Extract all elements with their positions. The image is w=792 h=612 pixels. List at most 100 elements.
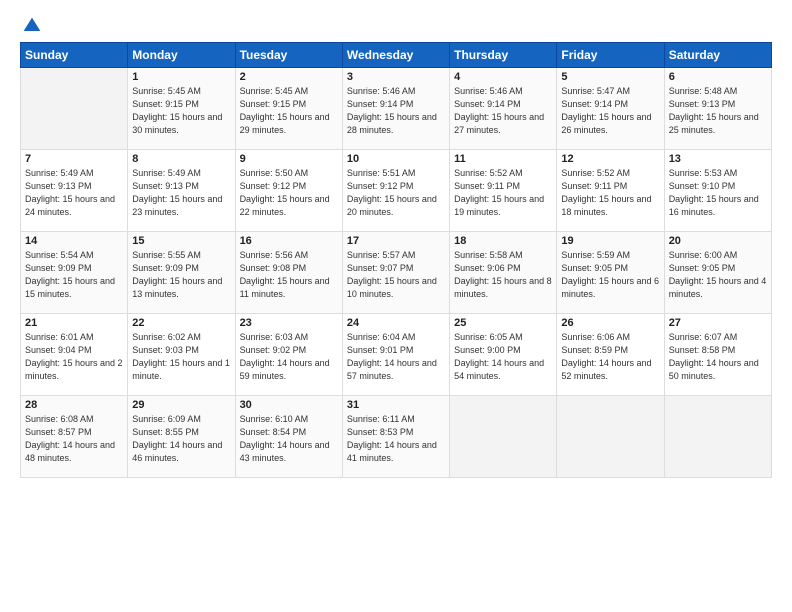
calendar-week-row: 28 Sunrise: 6:08 AMSunset: 8:57 PMDayligh… [21, 396, 772, 478]
day-number: 11 [454, 153, 552, 165]
day-number: 23 [240, 317, 338, 329]
day-info: Sunrise: 5:59 AMSunset: 9:05 PMDaylight:… [561, 249, 659, 301]
day-info: Sunrise: 6:10 AMSunset: 8:54 PMDaylight:… [240, 413, 338, 465]
calendar-day-header: Thursday [450, 43, 557, 68]
calendar-week-row: 14Sunrise: 5:54 AMSunset: 9:09 PMDayligh… [21, 232, 772, 314]
calendar-day-cell: 31 Sunrise: 6:11 AMSunset: 8:53 PMDayligh… [342, 396, 449, 478]
day-number: 6 [669, 71, 767, 83]
day-number: 19 [561, 235, 659, 247]
day-number: 22 [132, 317, 230, 329]
calendar-day-cell: 24Sunrise: 6:04 AMSunset: 9:01 PMDayligh… [342, 314, 449, 396]
day-number: 21 [25, 317, 123, 329]
day-number: 18 [454, 235, 552, 247]
calendar-day-cell: 23 Sunrise: 6:03 AMSunset: 9:02 PMDayligh… [235, 314, 342, 396]
day-number: 12 [561, 153, 659, 165]
day-info: Sunrise: 6:11 AMSunset: 8:53 PMDaylight:… [347, 413, 445, 465]
day-info: Sunrise: 5:47 AMSunset: 9:14 PMDaylight:… [561, 85, 659, 137]
day-number: 5 [561, 71, 659, 83]
calendar-day-cell: 2 Sunrise: 5:45 AMSunset: 9:15 PMDaylight… [235, 68, 342, 150]
logo-icon [22, 16, 42, 36]
day-number: 31 [347, 399, 445, 411]
calendar-day-header: Saturday [664, 43, 771, 68]
calendar-day-cell: 17 Sunrise: 5:57 AMSunset: 9:07 PMDayligh… [342, 232, 449, 314]
day-number: 2 [240, 71, 338, 83]
day-info: Sunrise: 6:09 AMSunset: 8:55 PMDaylight:… [132, 413, 230, 465]
calendar-day-cell: 4Sunrise: 5:46 AMSunset: 9:14 PMDaylight… [450, 68, 557, 150]
day-number: 9 [240, 153, 338, 165]
day-info: Sunrise: 6:01 AMSunset: 9:04 PMDaylight:… [25, 331, 123, 383]
day-info: Sunrise: 6:03 AMSunset: 9:02 PMDaylight:… [240, 331, 338, 383]
day-number: 27 [669, 317, 767, 329]
calendar-day-header: Wednesday [342, 43, 449, 68]
day-info: Sunrise: 6:08 AMSunset: 8:57 PMDaylight:… [25, 413, 123, 465]
day-info: Sunrise: 5:54 AMSunset: 9:09 PMDaylight:… [25, 249, 123, 301]
calendar-day-cell: 13 Sunrise: 5:53 AMSunset: 9:10 PMDayligh… [664, 150, 771, 232]
day-info: Sunrise: 5:52 AMSunset: 9:11 PMDaylight:… [561, 167, 659, 219]
day-info: Sunrise: 6:05 AMSunset: 9:00 PMDaylight:… [454, 331, 552, 383]
day-number: 7 [25, 153, 123, 165]
day-info: Sunrise: 5:45 AMSunset: 9:15 PMDaylight:… [132, 85, 230, 137]
day-number: 16 [240, 235, 338, 247]
calendar-table: SundayMondayTuesdayWednesdayThursdayFrid… [20, 42, 772, 478]
calendar-day-cell: 27 Sunrise: 6:07 AMSunset: 8:58 PMDayligh… [664, 314, 771, 396]
day-info: Sunrise: 6:07 AMSunset: 8:58 PMDaylight:… [669, 331, 767, 383]
day-info: Sunrise: 6:06 AMSunset: 8:59 PMDaylight:… [561, 331, 659, 383]
day-number: 10 [347, 153, 445, 165]
calendar-day-cell: 26Sunrise: 6:06 AMSunset: 8:59 PMDayligh… [557, 314, 664, 396]
day-info: Sunrise: 6:00 AMSunset: 9:05 PMDaylight:… [669, 249, 767, 301]
day-info: Sunrise: 5:55 AMSunset: 9:09 PMDaylight:… [132, 249, 230, 301]
day-info: Sunrise: 6:04 AMSunset: 9:01 PMDaylight:… [347, 331, 445, 383]
calendar-day-cell: 28 Sunrise: 6:08 AMSunset: 8:57 PMDayligh… [21, 396, 128, 478]
day-number: 30 [240, 399, 338, 411]
day-info: Sunrise: 5:46 AMSunset: 9:14 PMDaylight:… [347, 85, 445, 137]
calendar-day-cell: 6 Sunrise: 5:48 AMSunset: 9:13 PMDaylight… [664, 68, 771, 150]
day-info: Sunrise: 5:49 AMSunset: 9:13 PMDaylight:… [132, 167, 230, 219]
day-number: 20 [669, 235, 767, 247]
calendar-day-cell: 18 Sunrise: 5:58 AMSunset: 9:06 PMDayligh… [450, 232, 557, 314]
calendar-day-header: Friday [557, 43, 664, 68]
calendar-day-cell: 25Sunrise: 6:05 AMSunset: 9:00 PMDayligh… [450, 314, 557, 396]
day-number: 29 [132, 399, 230, 411]
calendar-header-row: SundayMondayTuesdayWednesdayThursdayFrid… [21, 43, 772, 68]
page: SundayMondayTuesdayWednesdayThursdayFrid… [0, 0, 792, 612]
day-info: Sunrise: 5:56 AMSunset: 9:08 PMDaylight:… [240, 249, 338, 301]
day-number: 13 [669, 153, 767, 165]
day-info: Sunrise: 5:58 AMSunset: 9:06 PMDaylight:… [454, 249, 552, 301]
calendar-day-cell [450, 396, 557, 478]
calendar-day-cell: 7 Sunrise: 5:49 AMSunset: 9:13 PMDaylight… [21, 150, 128, 232]
calendar-day-cell: 22 Sunrise: 6:02 AMSunset: 9:03 PMDayligh… [128, 314, 235, 396]
day-number: 28 [25, 399, 123, 411]
day-number: 15 [132, 235, 230, 247]
calendar-day-cell: 14Sunrise: 5:54 AMSunset: 9:09 PMDayligh… [21, 232, 128, 314]
day-number: 3 [347, 71, 445, 83]
day-number: 8 [132, 153, 230, 165]
calendar-day-header: Monday [128, 43, 235, 68]
day-info: Sunrise: 6:02 AMSunset: 9:03 PMDaylight:… [132, 331, 230, 383]
day-info: Sunrise: 5:51 AMSunset: 9:12 PMDaylight:… [347, 167, 445, 219]
calendar-day-cell: 5 Sunrise: 5:47 AMSunset: 9:14 PMDaylight… [557, 68, 664, 150]
calendar-day-cell: 10 Sunrise: 5:51 AMSunset: 9:12 PMDayligh… [342, 150, 449, 232]
calendar-day-cell: 16 Sunrise: 5:56 AMSunset: 9:08 PMDayligh… [235, 232, 342, 314]
day-info: Sunrise: 5:57 AMSunset: 9:07 PMDaylight:… [347, 249, 445, 301]
calendar-day-cell: 1 Sunrise: 5:45 AMSunset: 9:15 PMDaylight… [128, 68, 235, 150]
day-info: Sunrise: 5:50 AMSunset: 9:12 PMDaylight:… [240, 167, 338, 219]
day-info: Sunrise: 5:45 AMSunset: 9:15 PMDaylight:… [240, 85, 338, 137]
calendar-day-header: Tuesday [235, 43, 342, 68]
day-info: Sunrise: 5:48 AMSunset: 9:13 PMDaylight:… [669, 85, 767, 137]
calendar-day-cell: 15 Sunrise: 5:55 AMSunset: 9:09 PMDayligh… [128, 232, 235, 314]
calendar-day-cell: 12 Sunrise: 5:52 AMSunset: 9:11 PMDayligh… [557, 150, 664, 232]
header [20, 16, 772, 32]
calendar-day-header: Sunday [21, 43, 128, 68]
calendar-day-cell: 21 Sunrise: 6:01 AMSunset: 9:04 PMDayligh… [21, 314, 128, 396]
day-number: 1 [132, 71, 230, 83]
logo [20, 16, 42, 32]
calendar-day-cell [557, 396, 664, 478]
calendar-week-row: 1 Sunrise: 5:45 AMSunset: 9:15 PMDaylight… [21, 68, 772, 150]
calendar-day-cell: 11 Sunrise: 5:52 AMSunset: 9:11 PMDayligh… [450, 150, 557, 232]
calendar-day-cell: 19 Sunrise: 5:59 AMSunset: 9:05 PMDayligh… [557, 232, 664, 314]
day-number: 17 [347, 235, 445, 247]
day-info: Sunrise: 5:53 AMSunset: 9:10 PMDaylight:… [669, 167, 767, 219]
day-info: Sunrise: 5:49 AMSunset: 9:13 PMDaylight:… [25, 167, 123, 219]
day-info: Sunrise: 5:46 AMSunset: 9:14 PMDaylight:… [454, 85, 552, 137]
day-info: Sunrise: 5:52 AMSunset: 9:11 PMDaylight:… [454, 167, 552, 219]
